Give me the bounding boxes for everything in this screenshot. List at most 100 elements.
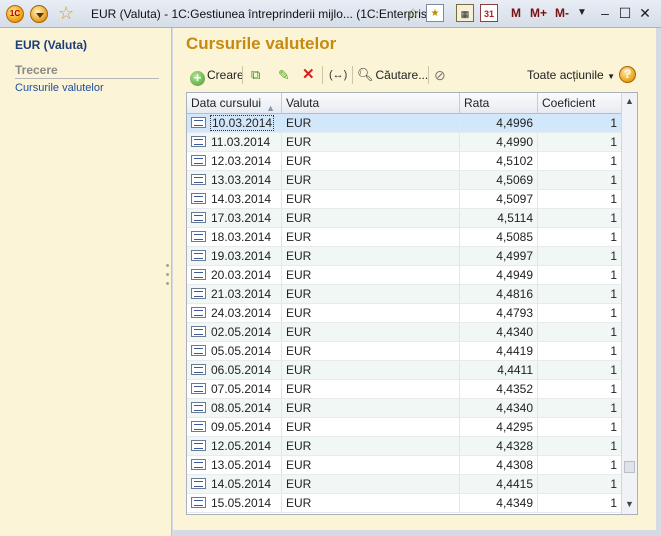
table-row[interactable]: 14.03.2014 EUR 4,5097 1 bbox=[187, 190, 621, 209]
cell-currency: EUR bbox=[282, 133, 460, 151]
cell-date: 05.05.2014 bbox=[187, 342, 282, 360]
table-row[interactable]: 12.03.2014 EUR 4,5102 1 bbox=[187, 152, 621, 171]
table-row[interactable]: 18.03.2014 EUR 4,5085 1 bbox=[187, 228, 621, 247]
table-row[interactable]: 15.05.2014 EUR 4,4349 1 bbox=[187, 494, 621, 513]
cell-date-value: 12.05.2014 bbox=[211, 439, 272, 453]
cell-date: 15.05.2014 bbox=[187, 494, 282, 512]
cell-coefficient: 1 bbox=[610, 344, 617, 358]
table-row[interactable]: 12.05.2014 EUR 4,4328 1 bbox=[187, 437, 621, 456]
cell-rate: 4,5069 bbox=[460, 171, 538, 189]
cell-rate: 4,4340 bbox=[460, 399, 538, 417]
table-row[interactable]: 20.03.2014 EUR 4,4949 1 bbox=[187, 266, 621, 285]
column-header-rate[interactable]: Rata bbox=[460, 93, 538, 113]
table-row[interactable]: 09.05.2014 EUR 4,4295 1 bbox=[187, 418, 621, 437]
column-header-date[interactable]: Data cursului ▲ bbox=[187, 93, 282, 113]
cell-rate: 4,5097 bbox=[460, 190, 538, 208]
app-logo-icon[interactable]: 1C bbox=[6, 5, 24, 23]
help-icon[interactable]: ? bbox=[619, 66, 636, 83]
cell-date-value: 15.05.2014 bbox=[211, 496, 272, 510]
all-actions-label: Toate acțiunile bbox=[527, 68, 604, 82]
cell-date-value: 18.03.2014 bbox=[211, 230, 272, 244]
add-favorite-icon[interactable]: ✩ bbox=[404, 4, 422, 22]
cell-date: 24.03.2014 bbox=[187, 304, 282, 322]
cell-currency: EUR bbox=[282, 266, 460, 284]
window-frame bbox=[173, 530, 656, 536]
table-row[interactable]: 02.05.2014 EUR 4,4340 1 bbox=[187, 323, 621, 342]
cell-coefficient: 1 bbox=[610, 154, 617, 168]
cell-currency: EUR bbox=[282, 418, 460, 436]
memory-minus-button[interactable]: M- bbox=[555, 6, 569, 20]
record-icon bbox=[191, 307, 206, 318]
cell-coefficient: 1 bbox=[610, 116, 617, 130]
cell-date-value: 12.03.2014 bbox=[211, 154, 272, 168]
record-icon bbox=[191, 136, 206, 147]
record-icon bbox=[191, 117, 206, 128]
cell-date-value: 24.03.2014 bbox=[211, 306, 272, 320]
memory-button[interactable]: M bbox=[511, 6, 521, 20]
minimize-icon[interactable]: – bbox=[597, 5, 613, 21]
table-row[interactable]: 06.05.2014 EUR 4,4411 1 bbox=[187, 361, 621, 380]
cell-coefficient: 1 bbox=[610, 439, 617, 453]
toolbar-divider bbox=[352, 66, 353, 84]
edit-pencil-icon[interactable]: ✎ bbox=[278, 66, 292, 84]
table-row[interactable]: 11.03.2014 EUR 4,4990 1 bbox=[187, 133, 621, 152]
table-row[interactable]: 13.03.2014 EUR 4,5069 1 bbox=[187, 171, 621, 190]
scroll-down-icon[interactable]: ▼ bbox=[622, 496, 637, 513]
nav-section-heading: Trecere bbox=[15, 63, 159, 79]
cell-currency: EUR bbox=[282, 114, 460, 132]
table-row[interactable]: 14.05.2014 EUR 4,4415 1 bbox=[187, 475, 621, 494]
move-icon[interactable]: (↔) bbox=[329, 66, 347, 84]
memory-plus-button[interactable]: M+ bbox=[530, 6, 547, 20]
vertical-scrollbar[interactable]: ▲ ▼ bbox=[621, 93, 637, 514]
delete-icon[interactable]: ✕ bbox=[302, 66, 316, 84]
record-icon bbox=[191, 155, 206, 166]
cell-date: 18.03.2014 bbox=[187, 228, 282, 246]
calendar-icon[interactable]: 31 bbox=[480, 4, 498, 22]
favorites-star-icon[interactable]: ☆ bbox=[58, 3, 74, 23]
panel-resize-grip[interactable] bbox=[165, 264, 171, 294]
table-row[interactable]: 10.03.2014 EUR 4,4996 1 bbox=[187, 114, 621, 133]
maximize-icon[interactable]: ☐ bbox=[617, 5, 633, 21]
cell-rate: 4,4949 bbox=[460, 266, 538, 284]
record-icon bbox=[191, 288, 206, 299]
favorites-list-icon[interactable]: ★ bbox=[426, 4, 444, 22]
cell-rate: 4,4990 bbox=[460, 133, 538, 151]
table-row[interactable]: 07.05.2014 EUR 4,4352 1 bbox=[187, 380, 621, 399]
table-row[interactable]: 17.03.2014 EUR 4,5114 1 bbox=[187, 209, 621, 228]
cancel-search-icon[interactable]: ⊘ bbox=[434, 66, 450, 84]
calculator-icon[interactable]: ▦ bbox=[456, 4, 474, 22]
scrollbar-thumb[interactable] bbox=[624, 461, 635, 473]
plus-icon: + bbox=[190, 71, 205, 86]
table-row[interactable]: 21.03.2014 EUR 4,4816 1 bbox=[187, 285, 621, 304]
close-icon[interactable]: ✕ bbox=[637, 5, 653, 21]
cell-coefficient: 1 bbox=[610, 420, 617, 434]
search-button[interactable]: 🔍︎ Căutare... bbox=[357, 66, 428, 84]
cell-date-value: 17.03.2014 bbox=[211, 211, 272, 225]
chevron-down-icon[interactable]: ▼ bbox=[574, 5, 590, 21]
table-row[interactable]: 08.05.2014 EUR 4,4340 1 bbox=[187, 399, 621, 418]
create-button[interactable]: + Creare bbox=[190, 66, 244, 86]
cell-currency: EUR bbox=[282, 228, 460, 246]
cell-coefficient: 1 bbox=[610, 306, 617, 320]
cell-date-value: 21.03.2014 bbox=[211, 287, 272, 301]
dropdown-menu-icon[interactable] bbox=[30, 5, 48, 23]
column-header-currency[interactable]: Valuta bbox=[282, 93, 460, 113]
table-row[interactable]: 24.03.2014 EUR 4,4793 1 bbox=[187, 304, 621, 323]
cell-currency: EUR bbox=[282, 323, 460, 341]
nav-link-exchange-rates[interactable]: Cursurile valutelor bbox=[15, 82, 104, 94]
column-header-coefficient[interactable]: Coeficient bbox=[538, 93, 621, 113]
cell-currency: EUR bbox=[282, 209, 460, 227]
table-row[interactable]: 13.05.2014 EUR 4,4308 1 bbox=[187, 456, 621, 475]
copy-icon[interactable]: ⧉ bbox=[251, 66, 267, 84]
scroll-up-icon[interactable]: ▲ bbox=[622, 93, 637, 110]
table-row[interactable]: 05.05.2014 EUR 4,4419 1 bbox=[187, 342, 621, 361]
table-row[interactable]: 19.03.2014 EUR 4,4997 1 bbox=[187, 247, 621, 266]
cell-coefficient: 1 bbox=[610, 496, 617, 510]
cell-coefficient: 1 bbox=[610, 477, 617, 491]
all-actions-menu[interactable]: Toate acțiunile ▼ bbox=[527, 66, 615, 84]
cell-date: 13.03.2014 bbox=[187, 171, 282, 189]
toolbar-divider bbox=[242, 66, 243, 84]
cell-date-value: 08.05.2014 bbox=[211, 401, 272, 415]
cell-coefficient: 1 bbox=[610, 363, 617, 377]
cell-rate: 4,4419 bbox=[460, 342, 538, 360]
